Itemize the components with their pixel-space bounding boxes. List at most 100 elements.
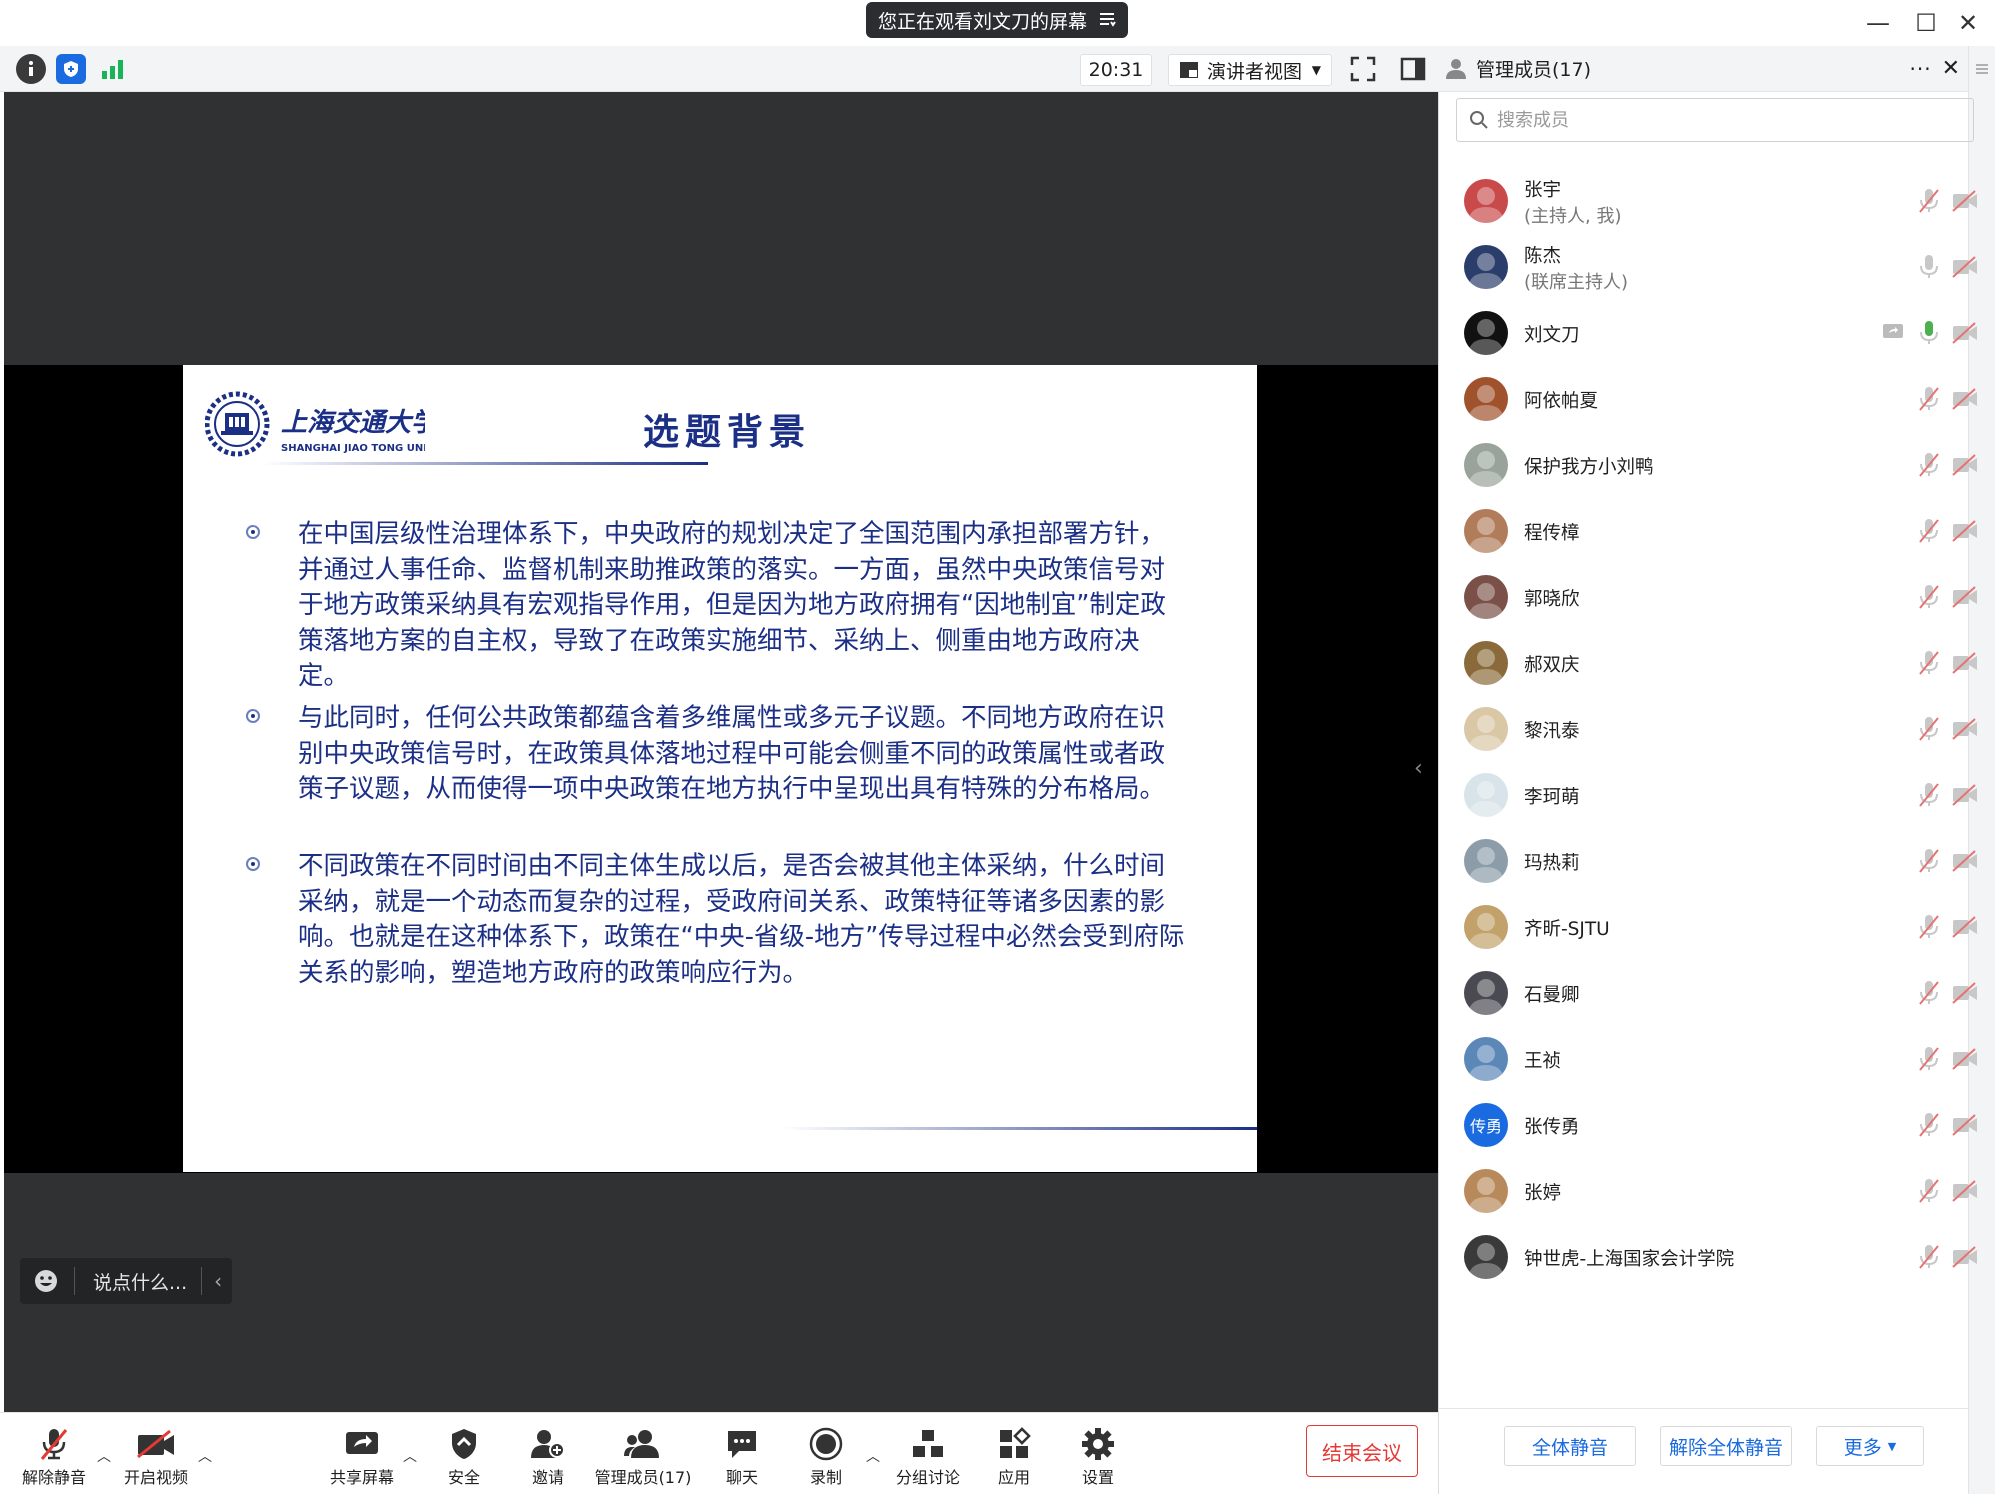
video-off-icon[interactable] xyxy=(1952,1246,1978,1268)
member-row[interactable]: 石曼卿 xyxy=(1456,960,1977,1026)
video-off-icon[interactable] xyxy=(1952,1180,1978,1202)
security-button[interactable]: 安全 xyxy=(428,1424,500,1490)
video-off-icon[interactable] xyxy=(1952,256,1978,278)
member-row[interactable]: 传勇 张传勇 xyxy=(1456,1092,1977,1158)
video-off-icon[interactable] xyxy=(1952,652,1978,674)
info-icon[interactable] xyxy=(16,54,46,84)
member-row[interactable]: 王祯 xyxy=(1456,1026,1977,1092)
mic-muted-icon[interactable] xyxy=(1918,914,1940,940)
avatar xyxy=(1464,179,1508,223)
start-video-button[interactable]: 开启视频 xyxy=(120,1424,192,1490)
menu-icon[interactable] xyxy=(1975,60,1989,79)
member-row[interactable]: 齐昕-SJTU xyxy=(1456,894,1977,960)
member-row[interactable]: 玛热莉 xyxy=(1456,828,1977,894)
member-row[interactable]: 黎汛泰 xyxy=(1456,696,1977,762)
chevron-left-icon[interactable]: ‹ xyxy=(1414,756,1423,781)
member-row[interactable]: 张婷 xyxy=(1456,1158,1977,1224)
maximize-button[interactable]: ☐ xyxy=(1906,6,1946,40)
menu-icon[interactable] xyxy=(1098,10,1116,28)
sidebar-toggle-icon[interactable] xyxy=(1400,56,1426,86)
apps-button[interactable]: 应用 xyxy=(978,1424,1050,1490)
video-off-icon[interactable] xyxy=(1952,850,1978,872)
settings-button[interactable]: 设置 xyxy=(1062,1424,1134,1490)
minimize-button[interactable]: — xyxy=(1858,6,1898,40)
breakout-button[interactable]: 分组讨论 xyxy=(890,1424,966,1490)
chevron-up-icon[interactable]: ︿ xyxy=(198,1446,212,1466)
mic-active-icon[interactable] xyxy=(1918,320,1940,346)
svg-text:SHANGHAI JIAO TONG UNIVERSIT: SHANGHAI JIAO TONG UNIVERSITY xyxy=(281,443,425,454)
share-screen-button[interactable]: 共享屏幕 xyxy=(326,1424,398,1490)
unmute-all-button[interactable]: 解除全体静音 xyxy=(1660,1426,1792,1466)
video-off-icon[interactable] xyxy=(1952,784,1978,806)
search-input[interactable] xyxy=(1497,109,1937,131)
mic-muted-icon[interactable] xyxy=(1918,1178,1940,1204)
mic-muted-icon[interactable] xyxy=(1918,782,1940,808)
mic-muted-icon[interactable] xyxy=(1918,980,1940,1006)
chevron-up-icon[interactable]: ︿ xyxy=(866,1446,880,1466)
chat-button[interactable]: 聊天 xyxy=(706,1424,778,1490)
mic-muted-icon[interactable] xyxy=(1918,188,1940,214)
member-name: 玛热莉 xyxy=(1524,853,1580,874)
video-off-icon[interactable] xyxy=(1952,190,1978,212)
video-off-icon[interactable] xyxy=(1952,1114,1978,1136)
close-button[interactable]: ✕ xyxy=(1948,6,1988,40)
member-row[interactable]: 张宇 (主持人, 我) xyxy=(1456,168,1977,234)
video-off-icon[interactable] xyxy=(1952,586,1978,608)
slide-bullet: 与此同时，任何公共政策都蕴含着多维属性或多元子议题。不同地方政府在识别中央政策信… xyxy=(246,701,1206,847)
fullscreen-icon[interactable] xyxy=(1350,56,1376,86)
manage-members-button[interactable]: 管理成员(17) xyxy=(592,1424,694,1490)
screen-share-icon xyxy=(1882,322,1904,342)
chat-input[interactable]: 说点什么... ‹ xyxy=(20,1258,232,1304)
more-options-icon[interactable]: ··· xyxy=(1909,57,1931,81)
video-off-icon[interactable] xyxy=(1952,454,1978,476)
mic-muted-icon[interactable] xyxy=(1918,518,1940,544)
mic-muted-icon[interactable] xyxy=(1918,848,1940,874)
bullet-icon xyxy=(246,709,260,723)
member-role: (联席主持人) xyxy=(1524,272,1629,293)
mic-muted-icon[interactable] xyxy=(1918,1046,1940,1072)
mic-muted-icon[interactable] xyxy=(1918,584,1940,610)
breakout-icon xyxy=(913,1430,943,1457)
member-name: 钟世虎-上海国家会计学院 xyxy=(1524,1249,1735,1270)
video-off-icon[interactable] xyxy=(1952,718,1978,740)
member-row[interactable]: 钟世虎-上海国家会计学院 xyxy=(1456,1224,1977,1290)
mic-muted-icon[interactable] xyxy=(1918,386,1940,412)
screen-share-banner[interactable]: 您正在观看刘文刀的屏幕 xyxy=(866,2,1128,38)
member-row[interactable]: 保护我方小刘鸭 xyxy=(1456,432,1977,498)
member-search[interactable] xyxy=(1456,98,1974,142)
mic-muted-icon[interactable] xyxy=(1918,1112,1940,1138)
member-row[interactable]: 刘文刀 xyxy=(1456,300,1977,366)
more-button[interactable]: 更多 ▼ xyxy=(1816,1426,1924,1466)
emoji-icon[interactable] xyxy=(34,1269,58,1293)
close-icon[interactable]: ✕ xyxy=(1942,56,1960,81)
view-mode-dropdown[interactable]: 演讲者视图 ▼ xyxy=(1168,54,1332,86)
member-row[interactable]: 李珂萌 xyxy=(1456,762,1977,828)
collapse-chat-icon[interactable]: ‹ xyxy=(214,1269,222,1293)
member-row[interactable]: 陈杰 (联席主持人) xyxy=(1456,234,1977,300)
video-off-icon[interactable] xyxy=(1952,322,1978,344)
video-off-icon[interactable] xyxy=(1952,388,1978,410)
mic-muted-icon[interactable] xyxy=(1918,1244,1940,1270)
mute-all-button[interactable]: 全体静音 xyxy=(1504,1426,1636,1466)
member-row[interactable]: 郭晓欣 xyxy=(1456,564,1977,630)
video-off-icon[interactable] xyxy=(1952,982,1978,1004)
bullet-icon xyxy=(246,857,260,871)
shield-icon[interactable] xyxy=(56,54,86,84)
video-off-icon[interactable] xyxy=(1952,1048,1978,1070)
mic-muted-icon[interactable] xyxy=(1918,716,1940,742)
record-button[interactable]: 录制 xyxy=(790,1424,862,1490)
mic-muted-icon[interactable] xyxy=(1918,452,1940,478)
mic-icon[interactable] xyxy=(1918,254,1940,280)
invite-button[interactable]: 邀请 xyxy=(512,1424,584,1490)
member-row[interactable]: 阿依帕夏 xyxy=(1456,366,1977,432)
chevron-up-icon[interactable]: ︿ xyxy=(403,1446,417,1466)
video-off-icon[interactable] xyxy=(1952,916,1978,938)
unmute-button[interactable]: 解除静音 xyxy=(18,1424,90,1490)
member-row[interactable]: 郝双庆 xyxy=(1456,630,1977,696)
end-meeting-button[interactable]: 结束会议 xyxy=(1306,1425,1418,1477)
signal-icon[interactable] xyxy=(100,58,126,84)
mic-muted-icon[interactable] xyxy=(1918,650,1940,676)
member-row[interactable]: 程传樟 xyxy=(1456,498,1977,564)
video-off-icon[interactable] xyxy=(1952,520,1978,542)
chevron-up-icon[interactable]: ︿ xyxy=(97,1446,111,1466)
